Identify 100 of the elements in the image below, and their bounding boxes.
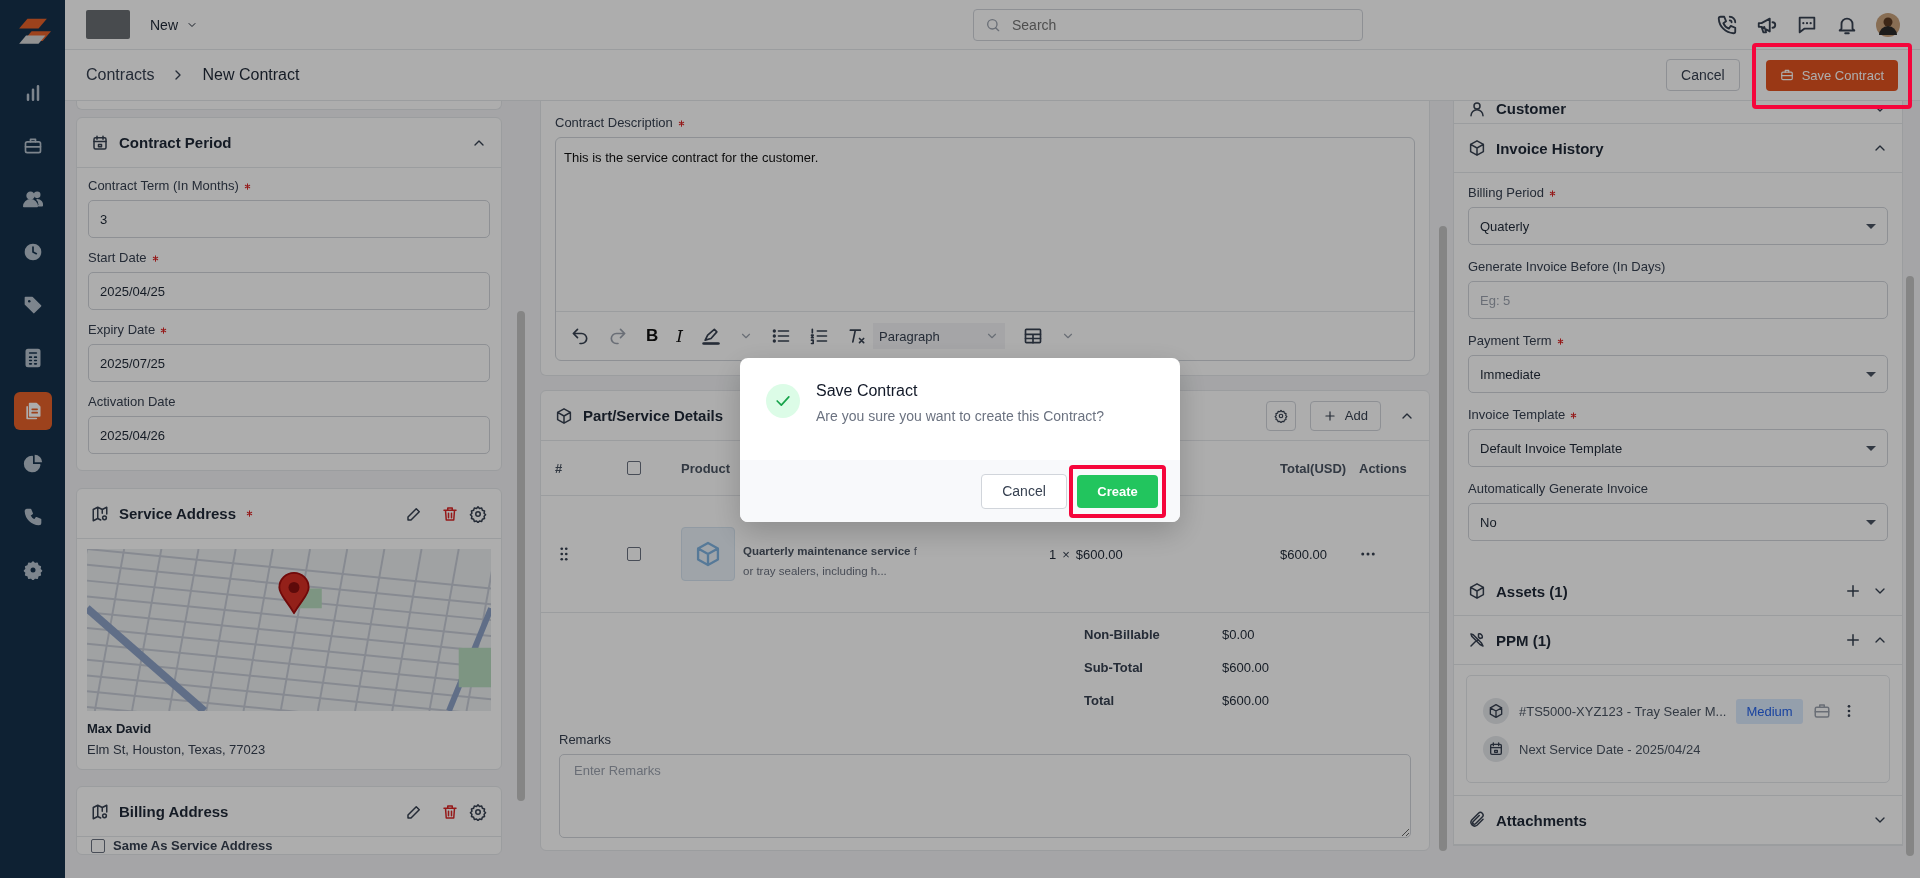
caret-icon	[1866, 445, 1876, 451]
section-title: Billing Address	[119, 803, 229, 820]
input-field[interactable]: 2025/07/25	[88, 344, 490, 382]
column-header: #	[555, 460, 564, 476]
cube-icon	[1488, 703, 1504, 719]
input-field[interactable]: Eg: 5	[1468, 281, 1888, 319]
field-label: Contract Description	[555, 115, 673, 131]
add-button[interactable]: Add	[1309, 400, 1381, 431]
field-label: Payment Term	[1468, 333, 1552, 349]
pie-chart-icon	[22, 454, 43, 474]
breadcrumb-link[interactable]: Contracts	[86, 66, 155, 84]
calendar-icon	[91, 133, 109, 152]
undo-icon[interactable]	[570, 326, 590, 346]
block-format-dropdown[interactable]: Paragraph	[873, 323, 1005, 349]
phone-icon	[22, 507, 43, 527]
scrollbar-thumb[interactable]	[517, 311, 525, 801]
cube-icon	[1468, 582, 1486, 600]
settings-icon[interactable]	[469, 504, 487, 523]
clear-formatting-icon[interactable]	[847, 326, 867, 346]
field-label: Contract Term (In Months)	[88, 178, 239, 194]
map-icon	[91, 802, 109, 821]
select-field[interactable]: Default Invoice Template	[1468, 429, 1888, 467]
settings-icon	[1273, 408, 1288, 423]
section-title: Attachments	[1496, 811, 1587, 829]
contact-name: Max David	[87, 721, 153, 736]
sidebar-item[interactable]	[13, 392, 52, 430]
checkbox[interactable]	[627, 461, 641, 475]
search-field[interactable]: Search	[973, 8, 1363, 41]
select-field[interactable]: Immediate	[1468, 355, 1888, 393]
highlighter-icon[interactable]	[701, 326, 721, 346]
input-field[interactable]: 2025/04/26	[88, 416, 490, 454]
delete-icon[interactable]	[441, 504, 459, 523]
dialog-title: Save Contract	[816, 382, 919, 400]
cancel-button[interactable]: Cancel	[1666, 59, 1740, 91]
caret-icon	[1866, 519, 1876, 525]
person-icon	[1468, 101, 1486, 118]
settings-icon[interactable]	[469, 802, 487, 821]
phone-call-icon[interactable]	[1716, 13, 1738, 36]
column-header: Total(USD)	[1280, 460, 1348, 476]
tools-icon	[1468, 631, 1486, 649]
briefcase-icon	[22, 136, 43, 156]
italic-button[interactable]: I	[676, 326, 683, 346]
column-header: Actions	[1359, 460, 1408, 476]
column-header: Product	[681, 460, 732, 476]
asset-link[interactable]: #TS5000-XYZ123 - Tray Sealer M...	[1519, 703, 1727, 719]
summary-value: $0.00	[1222, 627, 1256, 642]
section-title: Customer	[1496, 101, 1566, 117]
select-field[interactable]: Quaterly	[1468, 207, 1888, 245]
checkbox[interactable]	[627, 547, 641, 561]
numbered-list-icon[interactable]	[809, 326, 829, 346]
clock-icon	[22, 242, 43, 262]
cancel-button[interactable]: Cancel	[981, 473, 1067, 509]
table-cell: $600.00	[1280, 546, 1327, 562]
scrollbar-thumb[interactable]	[1906, 276, 1914, 856]
map-icon	[91, 504, 109, 523]
quantity-text: 1	[1049, 546, 1057, 562]
delete-icon[interactable]	[441, 802, 459, 821]
field-label: Expiry Date	[88, 322, 156, 338]
add-icon[interactable]	[1844, 631, 1862, 649]
bold-button[interactable]: B	[646, 326, 659, 346]
scrollbar-thumb[interactable]	[1439, 226, 1447, 851]
calendar-icon	[1488, 741, 1504, 757]
section-title: PPM (1)	[1496, 631, 1551, 649]
summary-label: Total	[1084, 693, 1116, 708]
caret-icon	[1866, 223, 1876, 229]
summary-value: $600.00	[1222, 693, 1270, 708]
section-title: Assets (1)	[1496, 582, 1568, 600]
summary-value: $600.00	[1222, 660, 1270, 675]
field-label: Start Date	[88, 250, 147, 266]
field-label: Activation Date	[88, 394, 176, 410]
checkbox[interactable]	[91, 838, 105, 853]
multiply-sign: ×	[1062, 546, 1070, 562]
cube-icon	[694, 540, 722, 568]
section-title: Service Address	[119, 505, 236, 522]
input-field[interactable]: 2025/04/25	[88, 272, 490, 310]
table-icon[interactable]	[1023, 326, 1043, 346]
page-title: New Contract	[202, 66, 300, 84]
select-field[interactable]: No	[1468, 503, 1888, 541]
description-text: This is the service contract for the customer.	[563, 149, 820, 167]
settings-button[interactable]	[1265, 400, 1296, 431]
address-text: Elm St, Houston, Texas, 77023	[87, 742, 267, 757]
unit-price: $600.00	[1075, 546, 1123, 562]
tag-icon	[22, 295, 43, 315]
dialog-message: Are you sure you want to create this Contract?	[816, 408, 1104, 424]
workspace-dropdown[interactable]: New	[150, 16, 198, 33]
avatar-icon[interactable]	[1876, 12, 1900, 37]
photo-placeholder	[86, 10, 130, 39]
field-label: Automatically Generate Invoice	[1468, 481, 1648, 497]
settings-icon	[22, 560, 43, 580]
save-icon	[1779, 68, 1794, 82]
users-icon	[22, 189, 43, 209]
section-title: Contract Period	[119, 134, 232, 151]
input-field[interactable]: 3	[88, 200, 490, 238]
priority-badge: Medium	[1736, 698, 1803, 724]
product-description: Quarterly maintenance service for tray sealers, including h...	[743, 544, 918, 579]
bulleted-list-icon[interactable]	[771, 326, 791, 346]
remarks-field[interactable]: Enter Remarks	[559, 754, 1411, 838]
cube-icon	[555, 406, 573, 425]
add-icon[interactable]	[1844, 582, 1862, 600]
field-label: Invoice Template	[1468, 407, 1566, 423]
